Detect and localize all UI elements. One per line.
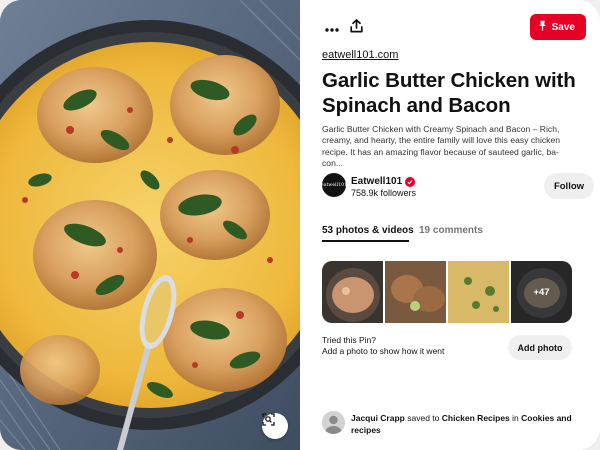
source-link[interactable]: eatwell101.com bbox=[322, 49, 398, 61]
active-tab-indicator bbox=[322, 240, 409, 242]
save-button[interactable]: Save bbox=[529, 14, 586, 40]
saved-board-link[interactable]: Chicken Recipes bbox=[442, 413, 510, 423]
more-photos-count: +47 bbox=[511, 261, 572, 323]
visual-search-button[interactable] bbox=[262, 413, 288, 439]
creator-name-wrap: Eatwell101 bbox=[351, 176, 416, 187]
pin-description: Garlic Butter Chicken with Creamy Spinac… bbox=[322, 124, 561, 169]
pin-closeup-card: Save eatwell101.com Garlic Butter Chicke… bbox=[0, 0, 600, 450]
tried-photo-thumbnail[interactable] bbox=[385, 261, 446, 323]
saved-verb: saved to bbox=[407, 413, 440, 423]
saved-in-word: in bbox=[512, 413, 519, 423]
pushpin-icon bbox=[538, 20, 547, 34]
pin-toolbar: Save bbox=[322, 14, 586, 42]
saver-name[interactable]: Jacqui Crapp bbox=[351, 413, 405, 423]
share-button[interactable] bbox=[344, 16, 368, 40]
more-options-button[interactable] bbox=[320, 16, 344, 40]
save-button-label: Save bbox=[551, 21, 575, 33]
follow-button[interactable]: Follow bbox=[544, 173, 594, 199]
tried-pin-subtitle: Add a photo to show how it went bbox=[322, 346, 445, 356]
creator-avatar[interactable]: eatwell101 bbox=[320, 173, 348, 197]
creator-followers: 758.9k followers bbox=[351, 188, 417, 198]
tab-comments[interactable]: 19 comments bbox=[419, 225, 483, 236]
verified-check-icon bbox=[405, 176, 416, 187]
saver-avatar[interactable] bbox=[322, 411, 345, 434]
creator-row: eatwell101 Eatwell101 758.9k followers F… bbox=[320, 173, 594, 200]
pin-tabs: 53 photos & videos 19 comments bbox=[322, 225, 572, 245]
pin-details-panel: Save eatwell101.com Garlic Butter Chicke… bbox=[300, 0, 600, 450]
add-photo-button[interactable]: Add photo bbox=[508, 335, 572, 360]
tried-photo-thumbnail-more[interactable]: +47 bbox=[511, 261, 572, 323]
tried-photo-thumbnail[interactable] bbox=[448, 261, 509, 323]
saved-by-text: Jacqui Crapp saved to Chicken Recipes in… bbox=[351, 412, 576, 436]
tab-photos-videos[interactable]: 53 photos & videos bbox=[322, 225, 414, 236]
more-dots-icon bbox=[325, 19, 339, 37]
pin-image[interactable] bbox=[0, 0, 300, 450]
pin-image-food-illustration bbox=[0, 0, 300, 450]
tried-photos-strip: +47 bbox=[322, 261, 572, 323]
creator-avatar-text: eatwell101 bbox=[320, 182, 348, 188]
tried-pin-title: Tried this Pin? bbox=[322, 335, 377, 345]
share-upload-icon bbox=[349, 18, 363, 38]
tried-photo-thumbnail[interactable] bbox=[322, 261, 383, 323]
pin-title: Garlic Butter Chicken with Spinach and B… bbox=[322, 69, 576, 117]
creator-name[interactable]: Eatwell101 bbox=[351, 176, 402, 187]
